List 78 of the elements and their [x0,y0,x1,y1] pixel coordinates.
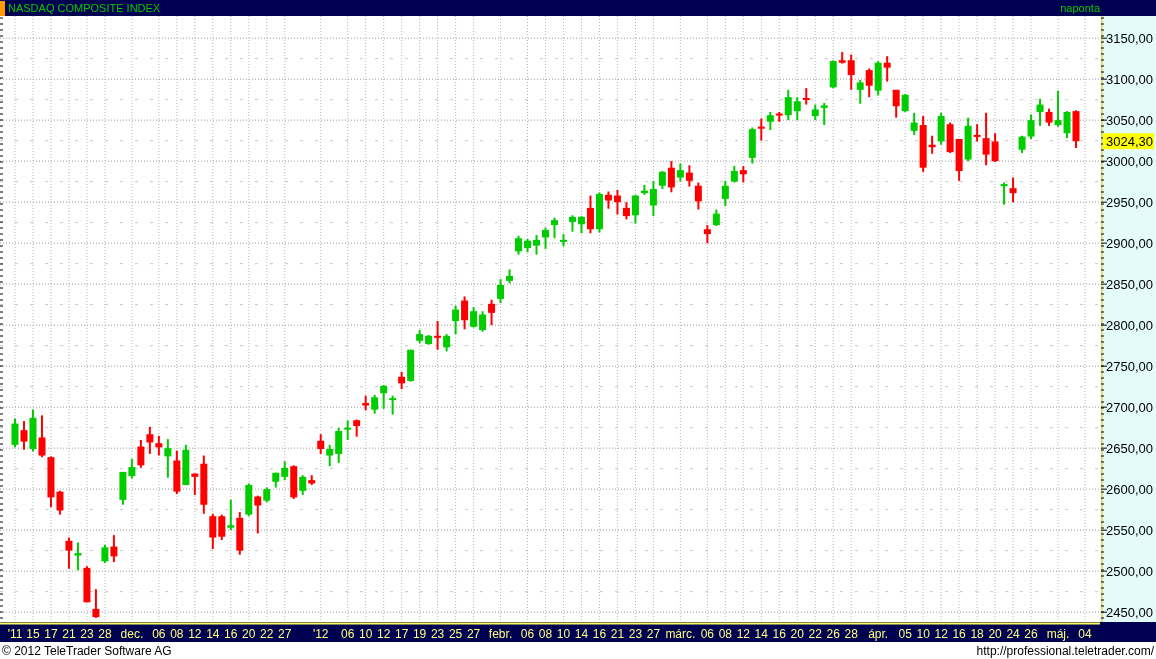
x-tick-label: 05 [898,627,912,641]
x-tick-label: 15 [26,627,40,641]
last-price-label: 3024,30 [1103,133,1154,150]
x-tick-label: 20 [242,627,256,641]
y-tick-label: 3000,00 [1106,154,1153,170]
y-tick-label: 2650,00 [1106,441,1153,457]
x-tick-label: 21 [610,627,625,641]
x-tick-label: '12 [312,627,329,641]
x-tick-label: 20 [790,627,804,641]
x-tick-label: 22 [260,627,274,641]
x-tick-label: 23 [80,627,94,641]
x-tick-label: 06 [341,627,355,641]
y-tick-label: 2600,00 [1106,482,1153,498]
y-tick-label: 2700,00 [1106,400,1153,416]
x-tick-label: 08 [718,627,732,641]
x-tick-label: 06 [700,627,715,641]
y-tick-label: 3050,00 [1106,113,1153,129]
y-tick-label: 2500,00 [1106,564,1153,580]
x-tick-label: 16 [772,627,786,641]
x-tick-label: 06 [152,627,166,641]
x-tick-label: 17 [44,627,58,641]
x-tick-label: máj. [1046,627,1070,641]
y-tick-label: 3150,00 [1106,31,1153,47]
x-tick-label: 14 [574,627,589,641]
x-tick-label: márc. [665,627,696,641]
x-tick-label: 21 [62,627,76,641]
x-tick-label: 17 [394,627,409,641]
y-tick-label: 2900,00 [1106,236,1153,252]
url-text: http://professional.teletrader.com/ [976,643,1154,658]
x-tick-label: 18 [970,627,984,641]
x-tick-label: 16 [952,627,966,641]
x-tick-label: 04 [1078,627,1092,641]
x-tick-label: ápr. [868,627,889,641]
x-tick-label: 12 [934,627,948,641]
y-tick-label: 2450,00 [1106,605,1153,621]
x-tick-label: 06 [520,627,535,641]
x-tick-label: 20 [988,627,1002,641]
y-tick-label: 2800,00 [1106,318,1153,334]
x-tick-label: 27 [278,627,292,641]
x-tick-label: 08 [538,627,553,641]
x-tick-label: 23 [628,627,643,641]
copyright-text: © 2012 TeleTrader Software AG [2,643,172,658]
x-tick-label: 25 [448,627,463,641]
y-tick-label: 2550,00 [1106,523,1153,539]
x-tick-label: 27 [466,627,481,641]
x-tick-label: 28 [844,627,858,641]
x-tick-label: 27 [646,627,661,641]
x-tick-label: 26 [1024,627,1038,641]
x-tick-label: febr. [488,627,513,641]
y-tick-label: 2750,00 [1106,359,1153,375]
x-tick-label: 10 [359,627,373,641]
chart-title: NASDAQ COMPOSITE INDEX [8,2,162,14]
candlestick [560,234,567,247]
x-tick-label: 26 [826,627,840,641]
y-tick-label: 3100,00 [1106,72,1153,88]
x-tick-label: 12 [188,627,202,641]
interval-label: naponta [1060,2,1100,14]
candlestick [551,217,558,239]
x-tick-label: 19 [412,627,427,641]
x-tick-label: 10 [556,627,571,641]
x-tick-label: 12 [377,627,391,641]
candlestick [542,227,549,249]
x-tick-label: 28 [98,627,112,641]
x-tick-label: 10 [916,627,930,641]
x-tick-label: 16 [592,627,607,641]
x-tick-label: 12 [736,627,750,641]
x-tick-label: 14 [206,627,220,641]
x-tick-label: 23 [430,627,445,641]
x-tick-label: 22 [808,627,822,641]
x-tick-label: 08 [170,627,184,641]
x-tick-label: dec. [120,627,144,641]
x-tick-label: 14 [754,627,768,641]
y-tick-label: 2850,00 [1106,277,1153,293]
y-tick-label: 2950,00 [1106,195,1153,211]
square-icon [0,0,5,16]
x-tick-label: '11 [7,627,23,641]
x-tick-label: 24 [1006,627,1020,641]
x-tick-label: 16 [224,627,238,641]
